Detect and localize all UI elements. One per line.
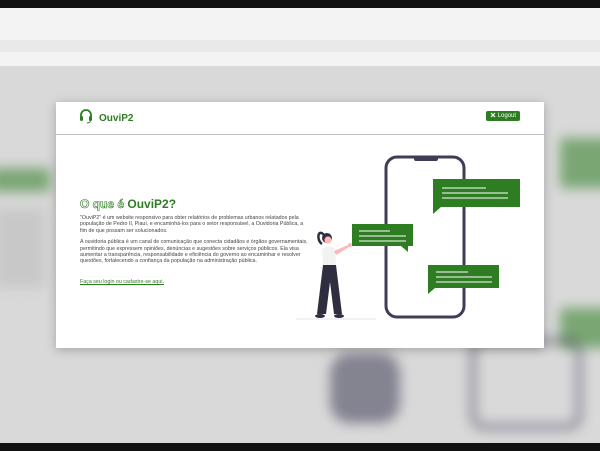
logout-button[interactable]: Logout bbox=[485, 111, 520, 121]
app-header: OuviP2 Logout bbox=[56, 102, 544, 135]
headset-icon bbox=[78, 108, 94, 129]
chat-bubble-middle bbox=[352, 224, 413, 252]
background-header bbox=[0, 8, 600, 66]
app-name: OuviP2 bbox=[99, 113, 134, 124]
logout-label: Logout bbox=[497, 113, 516, 119]
top-frame-bar bbox=[0, 0, 600, 8]
background-text-left bbox=[0, 208, 45, 288]
description-paragraph-2: A ouvidoria pública é um canal de comuni… bbox=[80, 239, 308, 265]
login-signup-link[interactable]: Faça seu login ou cadastre-se aqui. bbox=[80, 279, 164, 285]
background-figure bbox=[330, 353, 400, 423]
title-prefix: O que é bbox=[80, 197, 125, 212]
page-title: O que é OuviP2? bbox=[80, 197, 310, 212]
description-paragraph-1: "OuviP2" é um website responsivo para ob… bbox=[80, 215, 304, 234]
background-phone bbox=[470, 338, 582, 430]
background-stripe bbox=[0, 40, 600, 52]
bottom-frame-bar bbox=[0, 443, 600, 451]
background-bubble-left bbox=[0, 168, 50, 192]
title-brand: OuviP2? bbox=[127, 197, 177, 211]
main-card: OuviP2 Logout O que é OuviP2? "OuviP2" é… bbox=[56, 102, 544, 348]
hero-content: O que é OuviP2? "OuviP2" é um website re… bbox=[80, 197, 310, 288]
background-bubble-right-top bbox=[560, 138, 600, 188]
phone-notch bbox=[414, 157, 438, 161]
chat-illustration bbox=[296, 152, 536, 332]
person-figure bbox=[315, 231, 352, 318]
app-logo[interactable]: OuviP2 bbox=[78, 108, 133, 129]
close-x-icon bbox=[490, 112, 496, 120]
